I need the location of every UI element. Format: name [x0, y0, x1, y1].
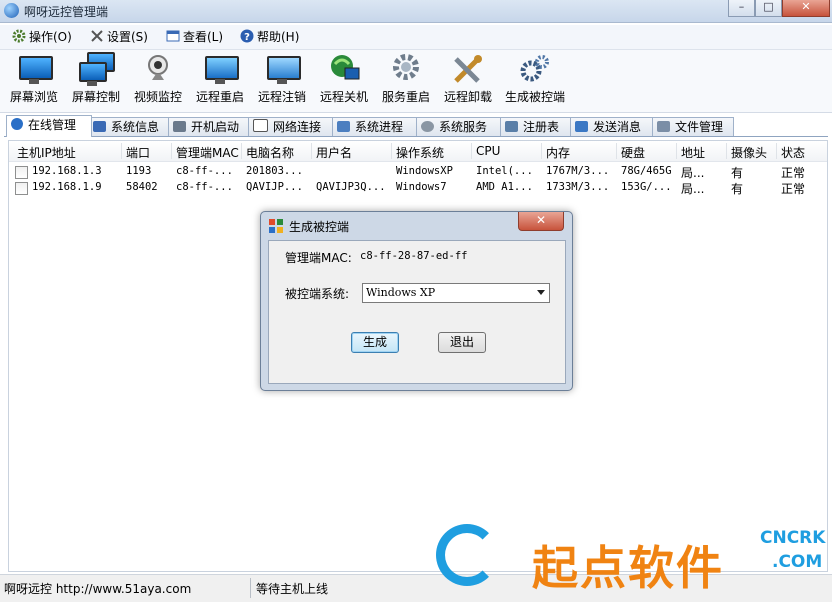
- services-icon: [421, 121, 434, 132]
- registry-icon: [505, 121, 518, 132]
- col-computer-name[interactable]: 电脑名称: [246, 144, 294, 161]
- toolbar: 屏幕浏览 屏幕控制 视频监控 远程重启 远程注销 远程关机 服务重启 远程卸载 …: [0, 50, 832, 113]
- watermark-text: 起点软件: [532, 541, 724, 595]
- mac-label: 管理端MAC:: [285, 251, 352, 265]
- menu-view[interactable]: 查看(L): [166, 28, 223, 46]
- gear-icon: [12, 29, 26, 43]
- close-button[interactable]: ✕: [782, 0, 830, 17]
- col-memory[interactable]: 内存: [546, 144, 570, 161]
- webcam-icon: [141, 52, 175, 86]
- os-select[interactable]: Windows XP: [362, 283, 550, 303]
- logoff-icon: [265, 52, 301, 86]
- startup-icon: [173, 121, 186, 132]
- col-os[interactable]: 操作系统: [396, 144, 444, 161]
- screen-browse-button[interactable]: 屏幕浏览: [6, 52, 62, 105]
- maximize-button[interactable]: □: [755, 0, 782, 17]
- monitor-icon: [17, 52, 53, 86]
- message-icon: [575, 121, 588, 132]
- col-camera[interactable]: 摄像头: [731, 144, 767, 161]
- tab-file-management[interactable]: 文件管理: [652, 117, 734, 136]
- remote-uninstall-button[interactable]: 远程卸载: [440, 52, 496, 105]
- minimize-button[interactable]: –: [728, 0, 755, 17]
- service-restart-button[interactable]: 服务重启: [378, 52, 434, 105]
- menu-settings[interactable]: 设置(S): [90, 28, 148, 46]
- logo-ring-icon: [436, 524, 498, 586]
- build-client-button[interactable]: 生成被控端: [502, 52, 568, 105]
- monitors-icon: [79, 52, 115, 86]
- dialog-app-icon: [269, 219, 283, 233]
- menu-bar: 操作(O) 设置(S) 查看(L) ? 帮助(H): [0, 25, 832, 50]
- remote-shutdown-button[interactable]: 远程关机: [316, 52, 372, 105]
- col-mac[interactable]: 管理端MAC: [176, 144, 239, 161]
- folder-icon: [657, 121, 670, 132]
- menu-help[interactable]: ? 帮助(H): [240, 28, 299, 46]
- col-status[interactable]: 状态: [781, 144, 805, 161]
- chevron-down-icon: [537, 290, 545, 295]
- os-label: 被控端系统:: [285, 287, 350, 301]
- video-monitor-button[interactable]: 视频监控: [130, 52, 186, 105]
- watermark-logo: 起点软件 CNCRK .COM: [432, 518, 832, 601]
- col-username[interactable]: 用户名: [316, 144, 352, 161]
- menu-operate[interactable]: 操作(O): [12, 28, 72, 46]
- table-row[interactable]: 192.168.1.3 1193 c8-ff-... 201803... Win…: [9, 164, 827, 180]
- tab-processes[interactable]: 系统进程: [332, 117, 420, 136]
- watermark-badge-top: CNCRK: [760, 528, 826, 548]
- col-address[interactable]: 地址: [681, 144, 705, 161]
- col-cpu[interactable]: CPU: [476, 144, 500, 158]
- dialog-close-button[interactable]: ✕: [518, 212, 564, 231]
- tab-startup[interactable]: 开机启动: [168, 117, 252, 136]
- generate-button[interactable]: 生成: [351, 332, 399, 353]
- col-ip[interactable]: 主机IP地址: [17, 144, 76, 161]
- uninstall-tools-icon: [451, 52, 485, 86]
- tab-network-connections[interactable]: 网络连接: [248, 117, 336, 136]
- build-gears-icon: [518, 52, 552, 86]
- process-icon: [337, 121, 350, 132]
- remote-logoff-button[interactable]: 远程注销: [254, 52, 310, 105]
- screen-control-button[interactable]: 屏幕控制: [68, 52, 124, 105]
- status-message: 等待主机上线: [256, 582, 329, 596]
- title-bar: 啊呀远控管理端 – □ ✕: [0, 0, 832, 23]
- tools-icon: [90, 29, 104, 43]
- restart-icon: [203, 52, 239, 86]
- exit-button[interactable]: 退出: [438, 332, 486, 353]
- computer-icon: [93, 121, 106, 132]
- tab-system-info[interactable]: 系统信息: [88, 117, 172, 136]
- list-header: 主机IP地址 端口 管理端MAC 电脑名称 用户名 操作系统 CPU 内存 硬盘…: [9, 141, 827, 162]
- status-website: 啊呀远控 http://www.51aya.com: [4, 582, 192, 596]
- view-icon: [166, 29, 180, 43]
- tab-send-message[interactable]: 发送消息: [570, 117, 656, 136]
- service-gear-icon: [389, 52, 423, 86]
- row-checkbox[interactable]: [15, 166, 28, 179]
- row-checkbox[interactable]: [15, 182, 28, 195]
- window-title: 啊呀远控管理端: [24, 5, 109, 19]
- tab-strip: 在线管理 系统信息 开机启动 网络连接 系统进程 系统服务 注册表 发送消息 文…: [4, 115, 828, 137]
- remote-restart-button[interactable]: 远程重启: [192, 52, 248, 105]
- network-icon: [253, 119, 268, 132]
- tab-services[interactable]: 系统服务: [416, 117, 504, 136]
- mac-value: c8-ff-28-87-ed-ff: [360, 250, 468, 262]
- col-disk[interactable]: 硬盘: [621, 144, 645, 161]
- dialog-body: 管理端MAC: c8-ff-28-87-ed-ff 被控端系统: Windows…: [268, 240, 566, 384]
- build-client-dialog: 生成被控端 ✕ 管理端MAC: c8-ff-28-87-ed-ff 被控端系统:…: [260, 211, 573, 391]
- help-icon: ?: [240, 29, 254, 43]
- tab-registry[interactable]: 注册表: [500, 117, 574, 136]
- watermark-badge-bottom: .COM: [772, 552, 823, 572]
- shutdown-icon: [327, 52, 361, 86]
- dialog-title: 生成被控端: [289, 220, 350, 234]
- svg-text:?: ?: [244, 32, 250, 43]
- col-port[interactable]: 端口: [126, 144, 150, 161]
- app-icon: [4, 3, 19, 18]
- tab-online-management[interactable]: 在线管理: [6, 115, 92, 137]
- table-row[interactable]: 192.168.1.9 58402 c8-ff-... QAVIJP... QA…: [9, 180, 827, 196]
- globe-icon: [11, 118, 23, 130]
